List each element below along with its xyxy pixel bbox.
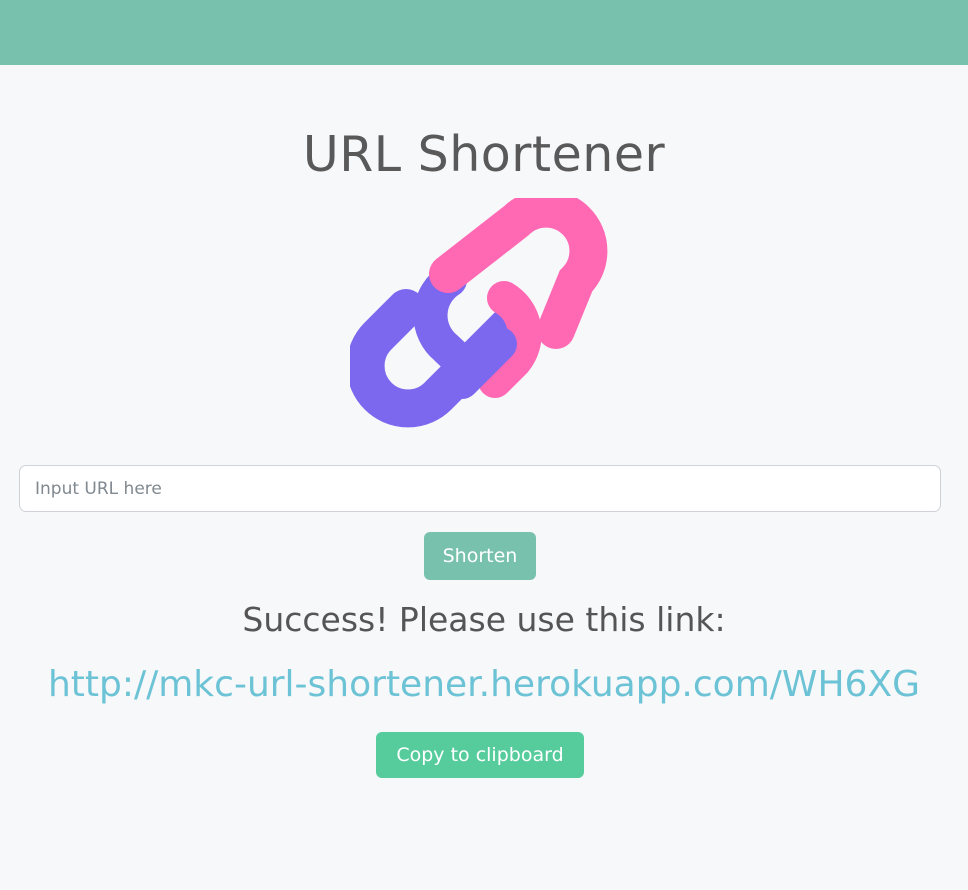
shorten-button[interactable]: Shorten [424, 532, 536, 580]
page-title: URL Shortener [302, 126, 666, 183]
success-message: Success! Please use this link: [242, 600, 726, 639]
copy-to-clipboard-button[interactable]: Copy to clipboard [376, 732, 584, 778]
top-navbar [0, 0, 968, 65]
url-input[interactable] [19, 465, 941, 512]
link-chain-icon [350, 198, 610, 453]
short-url-link[interactable]: http://mkc-url-shortener.herokuapp.com/W… [0, 659, 968, 711]
